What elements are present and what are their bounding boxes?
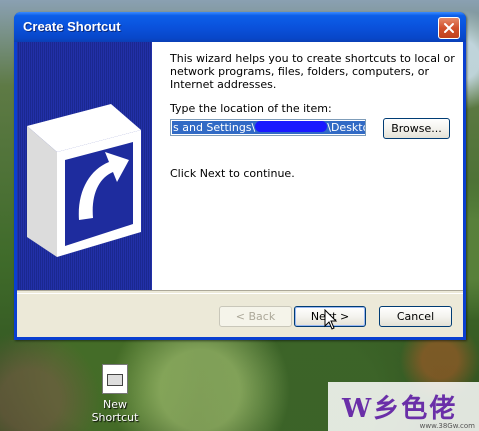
desktop-icon-label: New Shortcut: [91, 398, 139, 424]
wizard-side-panel: [17, 42, 152, 290]
file-icon: [102, 364, 128, 394]
watermark: W乡色佬 www.38Gw.com: [328, 382, 479, 431]
location-input[interactable]: s and Settings\ \Desktop\: [170, 119, 366, 136]
mouse-pointer-icon: [324, 309, 338, 330]
close-button[interactable]: [438, 17, 460, 39]
desktop-icon-new-shortcut[interactable]: New Shortcut: [80, 364, 150, 424]
location-value-start: s and Settings\: [173, 121, 256, 134]
location-selected-text: s and Settings\ \Desktop\: [172, 121, 365, 134]
browse-button[interactable]: Browse...: [383, 118, 450, 139]
intro-text: This wizard helps you to create shortcut…: [170, 52, 455, 91]
window-title: Create Shortcut: [23, 19, 121, 34]
watermark-url: www.38Gw.com: [419, 422, 475, 430]
shortcut-arrow-icon: [27, 104, 141, 257]
wizard-content: This wizard helps you to create shortcut…: [152, 42, 463, 290]
location-label: Type the location of the item:: [170, 102, 332, 115]
redaction-mark: [255, 121, 328, 132]
back-button[interactable]: < Back: [219, 306, 292, 327]
title-bar[interactable]: Create Shortcut: [14, 12, 466, 42]
cancel-button[interactable]: Cancel: [379, 306, 452, 327]
location-value-end: \Desktop\: [327, 121, 365, 134]
create-shortcut-window: Create Shortcut This wizard helps you to…: [14, 12, 466, 340]
watermark-text: W乡色佬: [342, 394, 458, 424]
button-separator: [17, 290, 463, 294]
continue-text: Click Next to continue.: [170, 167, 295, 180]
wizard-client-area: This wizard helps you to create shortcut…: [17, 42, 463, 337]
close-icon: [444, 23, 454, 33]
